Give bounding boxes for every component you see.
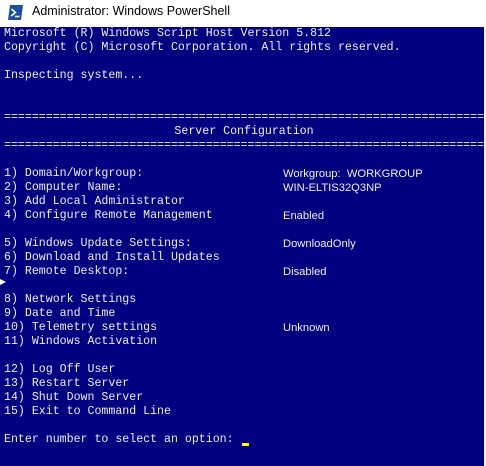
menu-item-value: Workgroup: WORKGROUP [283, 168, 423, 180]
menu-item-label: 2) Computer Name: [4, 181, 123, 194]
menu-item-label: 4) Configure Remote Management [4, 209, 213, 222]
menu-item-label: 11) Windows Activation [4, 335, 158, 348]
mouse-pointer-icon [0, 279, 6, 285]
menu-item-value: Disabled [283, 266, 327, 278]
menu-item-label: 9) Date and Time [4, 307, 116, 320]
console-area[interactable]: Microsoft (R) Windows Script Host Versio… [0, 27, 484, 466]
menu-item-label: 15) Exit to Command Line [4, 405, 171, 418]
menu-item-value: Enabled [283, 210, 325, 222]
menu-item-label: 5) Windows Update Settings: [4, 237, 192, 250]
console-header-line: Microsoft (R) Windows Script Host Versio… [4, 27, 331, 40]
text-cursor [242, 443, 249, 446]
menu-item-label: 13) Restart Server [4, 377, 130, 390]
menu-item-value: Unknown [283, 322, 330, 334]
menu-item-label: 12) Log Off User [4, 363, 116, 376]
console-prompt[interactable]: Enter number to select an option: [4, 433, 234, 447]
menu-item-label: 3) Add Local Administrator [4, 195, 185, 208]
powershell-window: Administrator: Windows PowerShell Micros… [0, 0, 486, 466]
console-status-line: Inspecting system... [4, 69, 144, 82]
section-title: Server Configuration [174, 125, 314, 138]
powershell-icon [8, 5, 23, 20]
menu-item-label: 10) Telemetry settings [4, 321, 158, 334]
console-copyright-line: Copyright (C) Microsoft Corporation. All… [4, 41, 401, 54]
menu-item-value: WIN-ELTIS32Q3NP [283, 182, 382, 194]
menu-item-label: 8) Network Settings [4, 293, 137, 306]
window-title: Administrator: Windows PowerShell [32, 4, 230, 18]
separator-line: ========================================… [4, 111, 484, 124]
menu-item-label: 1) Domain/Workgroup: [4, 167, 144, 180]
separator-line: ========================================… [4, 139, 484, 152]
menu-item-label: 7) Remote Desktop: [4, 265, 130, 278]
menu-item-label: 14) Shut Down Server [4, 391, 144, 404]
menu-item-value: DownloadOnly [283, 238, 356, 250]
title-bar[interactable]: Administrator: Windows PowerShell [0, 0, 486, 26]
menu-item-label: 6) Download and Install Updates [4, 251, 220, 264]
